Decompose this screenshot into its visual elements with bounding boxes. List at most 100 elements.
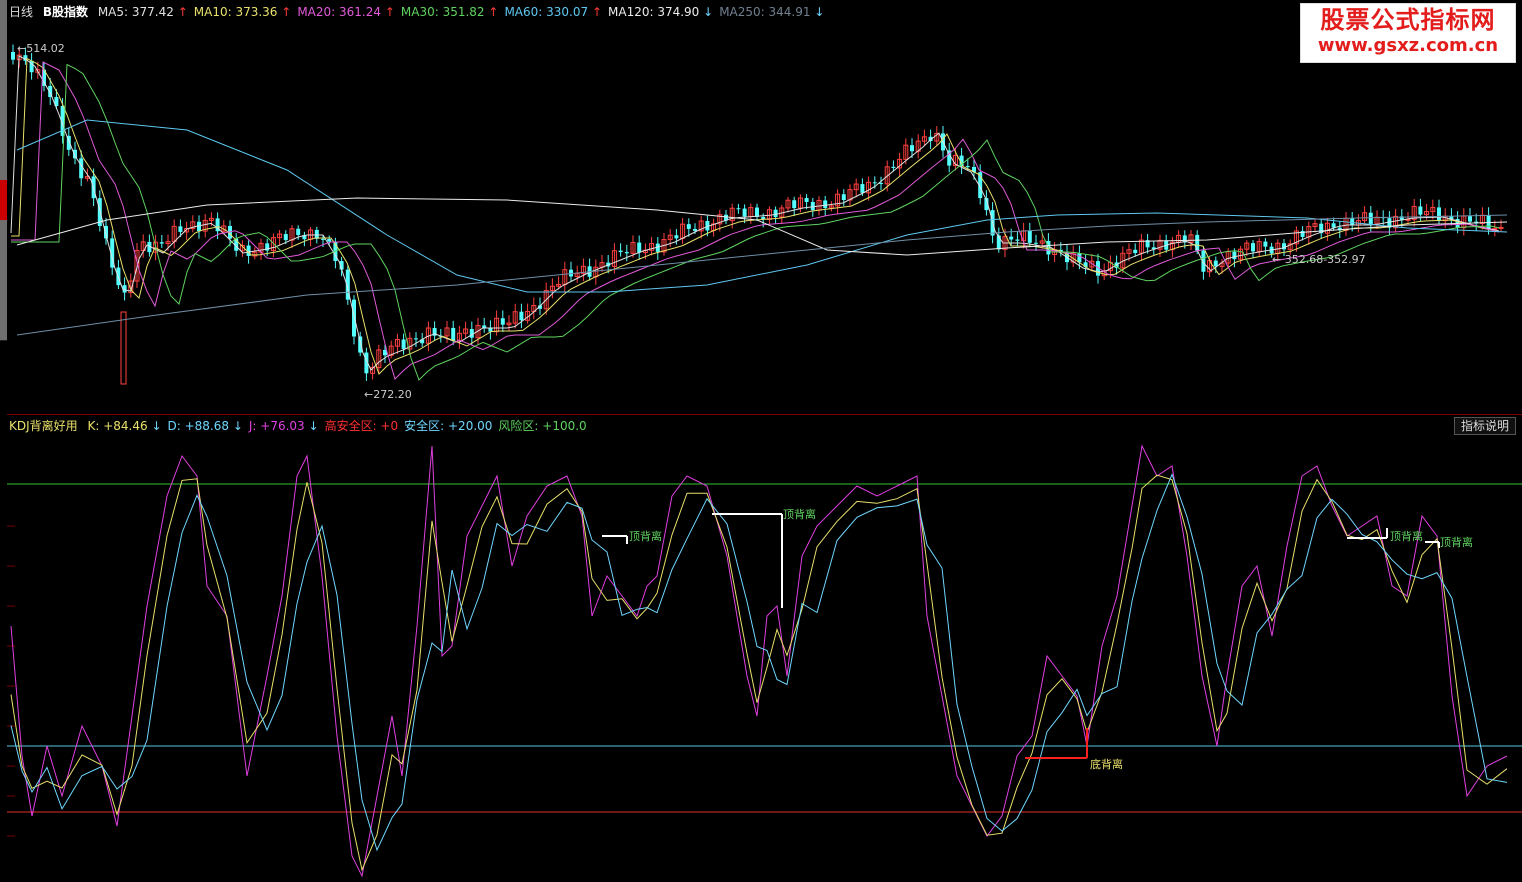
- candle-down: [352, 299, 356, 337]
- candle-down: [1263, 241, 1268, 247]
- candle-down: [321, 238, 325, 240]
- candle-down: [1418, 206, 1423, 215]
- candle-down: [1027, 230, 1032, 243]
- candle-down: [804, 198, 809, 202]
- candle-down: [314, 229, 319, 239]
- candle-down: [860, 184, 865, 193]
- candle-down: [674, 235, 679, 239]
- candle-down: [1077, 252, 1082, 263]
- candle-down: [414, 338, 418, 340]
- price-chart: ←514.02 ←272.20 ← 352.68-352.97: [10, 42, 1508, 401]
- candle-down: [1232, 251, 1237, 260]
- candle-down: [637, 242, 642, 253]
- indicator-name: KDJ背离好用: [9, 419, 78, 433]
- candle-down: [1251, 243, 1255, 252]
- candle-down: [1015, 239, 1020, 241]
- ma-item-0-arrow-icon: ↑: [177, 5, 188, 19]
- ma-item-5-arrow-icon: ↓: [703, 5, 714, 19]
- candle-down: [742, 208, 747, 217]
- candle-down: [810, 201, 815, 211]
- candle-down: [1009, 236, 1014, 240]
- candle-down: [1350, 218, 1355, 226]
- indicator-header: KDJ背离好用 K: +84.46 ↓ D: +88.68 ↓ J: +76.03 …: [9, 418, 599, 434]
- candle-down: [73, 149, 77, 159]
- kdj-field-1: D: +88.68 ↓: [167, 419, 243, 433]
- ma-item-4-arrow-icon: ↑: [591, 5, 602, 19]
- sidebar-tab-1[interactable]: [0, 0, 7, 101]
- price-chart-panel[interactable]: ←514.02 ←272.20 ← 352.68-352.97 日线 B股指数 MA…: [7, 0, 1522, 415]
- kdj-field-4: 安全区: +20.00: [404, 419, 493, 433]
- sidebar-tab-3[interactable]: [0, 220, 7, 341]
- sidebar-tab-2[interactable]: [0, 100, 7, 181]
- candle-down: [178, 226, 183, 232]
- ma-item-2: MA20: 361.24 ↑: [297, 5, 395, 19]
- watermark-title: 股票公式指标网: [1320, 6, 1496, 34]
- candle-down: [451, 327, 456, 341]
- kdj-k-line: [10, 474, 1508, 872]
- kdj-field-3: 高安全区: +0: [324, 419, 399, 433]
- indicator-legend: K: +84.46 ↓ D: +88.68 ↓ J: +76.03 ↓ 高安全区: +…: [87, 419, 592, 433]
- candle-down: [736, 208, 741, 210]
- top-divergence-1-label: 顶背离: [629, 529, 662, 543]
- ma-item-1: MA10: 373.36 ↑: [193, 5, 292, 19]
- candle-long-up: [120, 311, 127, 385]
- high-price-label: ←514.02: [17, 42, 65, 55]
- candle-down: [872, 182, 877, 184]
- bottom-divergence-1-label: 底背离: [1090, 757, 1123, 771]
- candle-down: [841, 194, 846, 201]
- ma-item-1-arrow-icon: ↑: [281, 5, 292, 19]
- ma-item-6-arrow-icon: ↓: [814, 5, 825, 19]
- candle-down: [1133, 249, 1138, 254]
- watermark-logo: 股票公式指标网 www.gsxz.com.cn: [1300, 3, 1516, 63]
- candle-down: [773, 209, 778, 218]
- candle-down: [500, 318, 505, 325]
- candle-down: [519, 311, 524, 321]
- top-divergence-3-label: 顶背离: [1390, 529, 1423, 543]
- top-divergence-2-label: 顶背离: [783, 507, 816, 521]
- candle-down: [693, 228, 697, 231]
- low-price-label: ←272.20: [364, 388, 412, 401]
- candle-down: [1468, 216, 1472, 222]
- candle-down: [283, 234, 288, 241]
- candle-down: [618, 250, 623, 253]
- candle-down: [1437, 207, 1441, 221]
- range-price-label: ← 352.68-352.97: [1272, 253, 1366, 266]
- candle-down: [792, 200, 797, 209]
- candle-down: [965, 166, 970, 168]
- indicator-panel[interactable]: 顶背离 顶背离 底背离 顶背离 顶背离 KDJ背离好用 K: +84.46 ↓ D: +8…: [7, 416, 1522, 882]
- ma-item-2-arrow-icon: ↑: [384, 5, 395, 19]
- kdj-field-0: K: +84.46 ↓: [87, 419, 162, 433]
- candle-down: [1368, 212, 1373, 224]
- kdj-field-1-arrow-icon: ↓: [232, 419, 243, 433]
- ma-legend: MA5: 377.42 ↑ MA10: 373.36 ↑ MA20: 361.24 …: [98, 5, 831, 19]
- candle-down: [891, 166, 896, 168]
- ma-item-4: MA60: 330.07 ↑: [504, 5, 602, 19]
- candle-down: [755, 207, 759, 217]
- candle-down: [624, 252, 629, 254]
- ma-item-3-arrow-icon: ↑: [488, 5, 499, 19]
- ma-item-6: MA250: 344.91 ↓: [719, 5, 825, 19]
- ma-item-0: MA5: 377.42 ↑: [97, 5, 188, 19]
- kdj-d-line: [10, 473, 1508, 852]
- ma30-line: [11, 63, 1500, 381]
- candle-down: [11, 52, 15, 60]
- candle-down: [686, 224, 691, 229]
- kdj-field-2-arrow-icon: ↓: [308, 419, 319, 433]
- candle-down: [296, 228, 301, 236]
- candle-down: [1034, 242, 1038, 244]
- sidebar-tab-active[interactable]: [0, 180, 7, 221]
- indicator-explain-button[interactable]: 指标说明: [1453, 417, 1516, 435]
- period-label: 日线: [9, 5, 34, 19]
- candle-down: [79, 158, 84, 179]
- instrument-name: B股指数: [42, 5, 88, 19]
- kdj-chart: 顶背离顶背离底背离顶背离 顶背离: [7, 444, 1522, 878]
- candle-down: [358, 336, 363, 353]
- ma-item-5: MA120: 374.90 ↓: [608, 5, 714, 19]
- candle-down: [401, 339, 406, 349]
- ma-item-3: MA30: 351.82 ↑: [400, 5, 499, 19]
- top-divergence-4-label: 顶背离: [1440, 535, 1473, 549]
- candle-up: [1498, 226, 1504, 229]
- kdj-field-0-arrow-icon: ↓: [151, 419, 162, 433]
- candle-down: [910, 145, 914, 152]
- candle-down: [327, 239, 332, 242]
